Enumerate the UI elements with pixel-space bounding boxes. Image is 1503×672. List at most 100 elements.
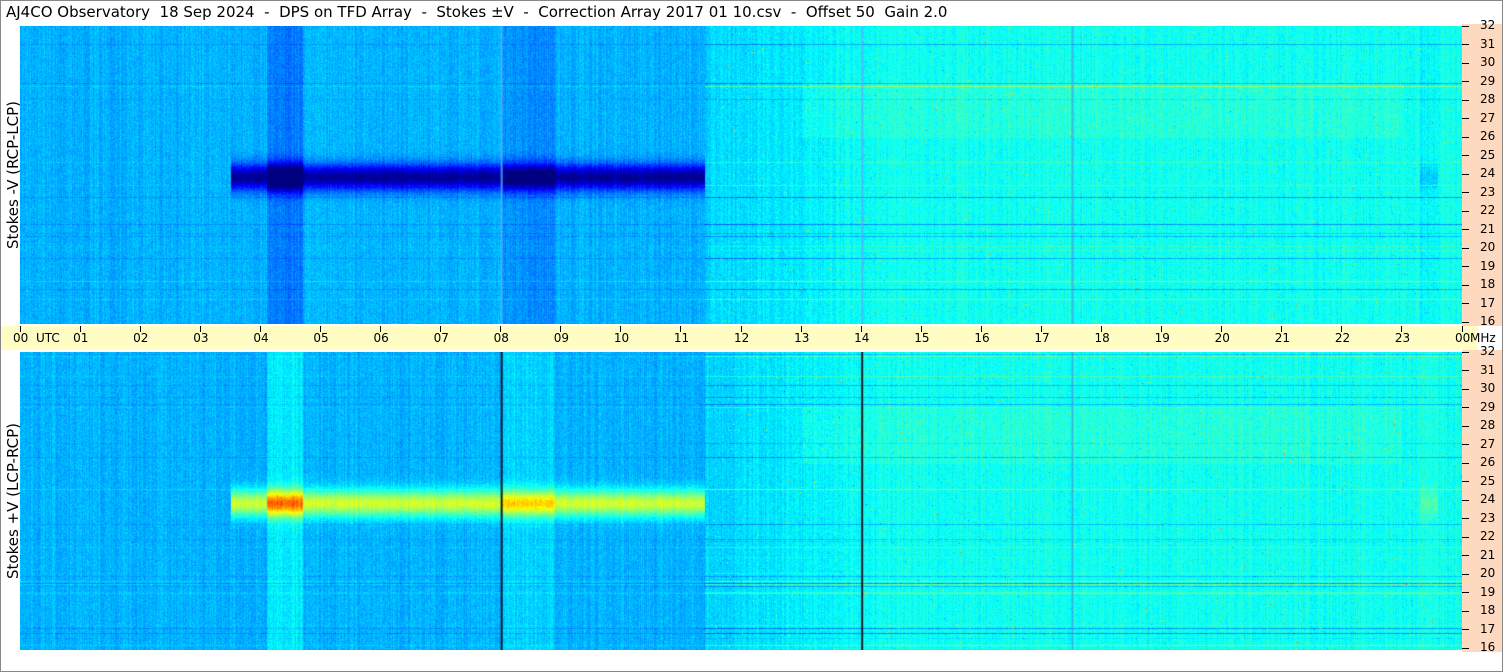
- frequency-tick-mark: [1462, 155, 1469, 156]
- time-label: 10: [613, 331, 630, 345]
- time-label: 12: [734, 331, 750, 345]
- frequency-label: 32: [1480, 344, 1496, 358]
- frequency-label: 23: [1480, 510, 1496, 525]
- frequency-label: 29: [1480, 73, 1496, 88]
- spectrogram-top: [20, 26, 1462, 324]
- frequency-label: 25: [1480, 473, 1496, 488]
- frequency-tick-mark: [1462, 62, 1469, 64]
- frequency-label: 24: [1480, 166, 1496, 180]
- time-label: 22: [1334, 331, 1351, 345]
- frequency-label: 32: [1480, 18, 1496, 32]
- time-label: 02: [133, 331, 149, 345]
- time-label: 16: [974, 331, 990, 345]
- frequency-label: 31: [1480, 36, 1496, 51]
- frequency-label: 26: [1480, 129, 1496, 143]
- time-axis: 00 UTC 01 02 03 04 05 06 07 08 09 10 11 12 13 14 15 16 17 1…: [0, 326, 1496, 350]
- mhz-unit-label: MHz: [1470, 331, 1496, 345]
- frequency-tick-mark: [1462, 462, 1469, 464]
- frequency-tick-mark: [1462, 136, 1469, 138]
- frequency-label: 21: [1480, 221, 1496, 236]
- frequency-tick-mark: [1462, 407, 1469, 408]
- title-bar: AJ4CO Observatory 18 Sep 2024 - DPS on T…: [0, 0, 1462, 26]
- frequency-tick-mark: [1462, 229, 1469, 230]
- time-label: 05: [313, 331, 329, 345]
- frequency-label: 28: [1480, 418, 1496, 432]
- frequency-tick-mark: [1462, 536, 1469, 538]
- time-label: 06: [373, 331, 389, 345]
- time-label: 07: [433, 331, 449, 345]
- frequency-tick-mark: [1462, 44, 1469, 45]
- time-label: 08: [493, 331, 509, 345]
- frequency-tick-mark: [1462, 629, 1469, 630]
- frequency-label: 23: [1480, 184, 1496, 199]
- time-label: 01: [73, 331, 89, 345]
- frequency-tick-mark: [1462, 247, 1469, 249]
- frequency-tick-mark: [1462, 321, 1469, 323]
- frequency-tick-mark: [1462, 573, 1469, 575]
- frequency-label: 19: [1480, 584, 1496, 599]
- frequency-label: 27: [1480, 110, 1496, 125]
- frequency-tick-mark: [1462, 303, 1469, 304]
- frequency-label: 16: [1480, 640, 1496, 654]
- frequency-tick-mark: [1462, 425, 1469, 427]
- frequency-label: 25: [1480, 147, 1496, 162]
- spectrogram-bottom: [20, 352, 1462, 650]
- frequency-label: 29: [1480, 399, 1496, 414]
- frequency-tick-mark: [1462, 388, 1469, 390]
- spectrogram-top-canvas: [20, 26, 1462, 324]
- frequency-label: 20: [1480, 566, 1496, 580]
- frequency-label: 28: [1480, 92, 1496, 106]
- frequency-tick-mark: [1462, 518, 1469, 519]
- frequency-tick-mark: [1462, 210, 1469, 212]
- time-label: 09: [553, 331, 570, 345]
- time-label: 00: [1455, 331, 1471, 345]
- frequency-tick-mark: [1462, 192, 1469, 193]
- frequency-label: 30: [1480, 55, 1496, 69]
- frequency-tick-mark: [1462, 118, 1469, 119]
- chart-title: AJ4CO Observatory 18 Sep 2024 - DPS on T…: [6, 3, 948, 21]
- time-label: 20: [1214, 331, 1230, 345]
- time-label: 21: [1274, 331, 1291, 345]
- time-label: 15: [914, 331, 930, 345]
- time-label: 11: [673, 331, 690, 345]
- time-label: 23: [1394, 331, 1411, 345]
- frequency-label: 19: [1480, 258, 1496, 273]
- frequency-tick-mark: [1462, 81, 1469, 82]
- spectrogram-bottom-canvas: [20, 352, 1462, 650]
- time-label: 17: [1034, 331, 1050, 345]
- frequency-label: 30: [1480, 381, 1496, 395]
- frequency-tick-mark: [1462, 370, 1469, 371]
- frequency-label: 20: [1480, 240, 1496, 254]
- frequency-label: 22: [1480, 529, 1496, 543]
- frequency-tick-mark: [1462, 647, 1469, 649]
- frequency-axis-top: 32 31 30 29 28 27 26 25 24 23 22 21 20 19 18 17 16: [1462, 18, 1503, 328]
- frequency-tick-mark: [1462, 284, 1469, 286]
- frequency-label: 22: [1480, 203, 1496, 217]
- frequency-label: 21: [1480, 547, 1496, 562]
- time-unit-label: UTC: [36, 331, 60, 345]
- frequency-tick-mark: [1462, 499, 1469, 501]
- frequency-label: 24: [1480, 492, 1496, 506]
- frequency-tick-mark: [1462, 444, 1469, 445]
- frequency-tick-mark: [1462, 25, 1469, 27]
- frequency-tick-mark: [1462, 99, 1469, 101]
- frequency-label: 27: [1480, 436, 1496, 451]
- frequency-tick-mark: [1462, 592, 1469, 593]
- frequency-label: 26: [1480, 455, 1496, 469]
- frequency-label: 17: [1480, 621, 1496, 636]
- frequency-tick-mark: [1462, 173, 1469, 175]
- time-label: 00: [13, 331, 29, 345]
- frequency-tick-mark: [1462, 481, 1469, 482]
- time-label: 03: [193, 331, 209, 345]
- frequency-label: 31: [1480, 362, 1496, 377]
- frequency-tick-mark: [1462, 351, 1469, 353]
- time-label: 14: [854, 331, 870, 345]
- time-label: 18: [1094, 331, 1110, 345]
- frequency-label: 18: [1480, 277, 1496, 291]
- frequency-tick-mark: [1462, 610, 1469, 612]
- time-label: 04: [253, 331, 269, 345]
- frequency-label: 17: [1480, 295, 1496, 310]
- frequency-tick-mark: [1462, 555, 1469, 556]
- frequency-label: 16: [1480, 314, 1496, 328]
- frequency-axis-bottom: 32 31 30 29 28 27 26 25 24 23 22 21 20 19 18 17 16: [1462, 344, 1503, 654]
